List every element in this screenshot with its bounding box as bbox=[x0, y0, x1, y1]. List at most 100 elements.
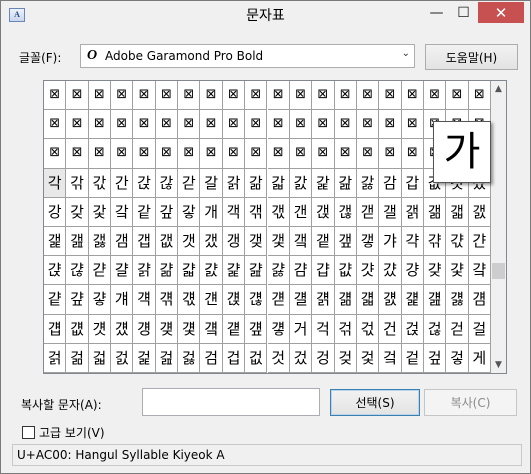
character-cell[interactable]: ⊠ bbox=[289, 139, 313, 169]
help-button[interactable]: 도움말(H) bbox=[425, 44, 518, 70]
character-cell[interactable]: 갵 bbox=[312, 227, 335, 257]
scrollbar-thumb[interactable] bbox=[492, 263, 505, 279]
character-cell[interactable]: 겄 bbox=[289, 343, 313, 373]
character-cell[interactable]: 걦 bbox=[66, 314, 89, 344]
copy-characters-input[interactable] bbox=[142, 388, 320, 416]
character-cell[interactable]: 갺 bbox=[423, 227, 447, 257]
character-cell[interactable]: 갉 bbox=[222, 168, 246, 198]
character-cell[interactable]: 걒 bbox=[66, 285, 89, 315]
character-cell[interactable]: 걝 bbox=[312, 285, 335, 315]
character-cell[interactable]: 걜 bbox=[289, 285, 313, 315]
character-cell[interactable]: 갟 bbox=[267, 197, 290, 227]
character-cell[interactable]: ⊠ bbox=[111, 81, 134, 111]
character-cell[interactable]: ⊠ bbox=[446, 81, 469, 111]
character-cell[interactable]: ⊠ bbox=[155, 110, 179, 140]
character-cell[interactable]: 거 bbox=[289, 314, 313, 344]
character-cell[interactable]: ⊠ bbox=[66, 81, 89, 111]
character-cell[interactable]: 걵 bbox=[401, 314, 424, 344]
character-cell[interactable]: 걨 bbox=[111, 314, 134, 344]
character-cell[interactable]: 겊 bbox=[423, 343, 447, 373]
character-cell[interactable]: 갅 bbox=[133, 168, 156, 198]
character-cell[interactable]: 갱 bbox=[222, 227, 246, 257]
character-cell[interactable]: 갛 bbox=[178, 197, 201, 227]
character-cell[interactable]: 걥 bbox=[44, 314, 67, 344]
character-cell[interactable]: 걚 bbox=[245, 285, 268, 315]
character-cell[interactable]: 걖 bbox=[155, 285, 179, 315]
character-cell[interactable]: 갘 bbox=[111, 197, 134, 227]
character-cell[interactable]: 갪 bbox=[66, 227, 89, 257]
character-cell[interactable]: 걎 bbox=[423, 256, 447, 286]
character-cell[interactable]: 갧 bbox=[446, 197, 469, 227]
character-cell[interactable]: ⊠ bbox=[334, 81, 357, 111]
character-cell[interactable]: 갲 bbox=[245, 227, 268, 257]
character-cell[interactable]: ⊠ bbox=[200, 81, 223, 111]
character-cell[interactable]: ⊠ bbox=[245, 139, 268, 169]
character-cell[interactable]: ⊠ bbox=[66, 139, 89, 169]
character-cell[interactable]: 강 bbox=[44, 197, 67, 227]
character-cell[interactable]: ⊠ bbox=[312, 139, 335, 169]
character-cell[interactable]: 갮 bbox=[155, 227, 179, 257]
character-cell[interactable]: 겁 bbox=[222, 343, 246, 373]
character-cell[interactable]: 갩 bbox=[44, 227, 67, 257]
character-cell[interactable]: ⊠ bbox=[356, 139, 380, 169]
title-bar[interactable]: A 문자표 — ☐ ✕ bbox=[1, 1, 530, 31]
character-cell[interactable]: 갼 bbox=[468, 227, 491, 257]
character-cell[interactable]: 갴 bbox=[289, 227, 313, 257]
character-cell[interactable]: 검 bbox=[200, 343, 223, 373]
character-cell[interactable]: ⊠ bbox=[245, 81, 268, 111]
character-cell[interactable]: ⊠ bbox=[88, 139, 112, 169]
character-cell[interactable]: ⊠ bbox=[200, 139, 223, 169]
character-cell[interactable]: ⊠ bbox=[379, 139, 402, 169]
character-cell[interactable]: 걈 bbox=[289, 256, 313, 286]
character-cell[interactable]: 걉 bbox=[312, 256, 335, 286]
character-cell[interactable]: 갾 bbox=[66, 256, 89, 286]
character-cell[interactable]: 걅 bbox=[222, 256, 246, 286]
character-cell[interactable]: 걐 bbox=[468, 256, 491, 286]
character-cell[interactable]: ⊠ bbox=[222, 81, 246, 111]
character-cell[interactable]: 걇 bbox=[267, 256, 290, 286]
character-cell[interactable]: 갂 bbox=[66, 168, 89, 198]
character-cell[interactable]: 갫 bbox=[88, 227, 112, 257]
character-cell[interactable]: ⊠ bbox=[178, 139, 201, 169]
character-cell[interactable]: ⊠ bbox=[44, 139, 67, 169]
character-cell[interactable]: 갤 bbox=[379, 197, 402, 227]
character-cell[interactable]: 갚 bbox=[155, 197, 179, 227]
character-cell[interactable]: 걂 bbox=[155, 256, 179, 286]
character-cell[interactable]: 걪 bbox=[155, 314, 179, 344]
character-cell[interactable]: 갣 bbox=[356, 197, 380, 227]
character-cell[interactable]: 갷 bbox=[356, 227, 380, 257]
character-cell[interactable]: ⊠ bbox=[133, 110, 156, 140]
character-cell[interactable]: 겂 bbox=[245, 343, 268, 373]
scroll-up-arrow-icon[interactable]: ▲ bbox=[491, 81, 506, 97]
character-cell[interactable]: 걸 bbox=[468, 314, 491, 344]
character-cell[interactable]: 갢 bbox=[334, 197, 357, 227]
select-button[interactable]: 선택(S) bbox=[330, 389, 420, 416]
character-cell[interactable]: 갳 bbox=[267, 227, 290, 257]
character-cell[interactable]: 걮 bbox=[245, 314, 268, 344]
character-cell[interactable]: 걺 bbox=[66, 343, 89, 373]
character-cell[interactable]: 걭 bbox=[222, 314, 246, 344]
scroll-down-arrow-icon[interactable]: ▼ bbox=[491, 357, 506, 373]
character-cell[interactable]: ⊠ bbox=[289, 81, 313, 111]
character-cell[interactable]: ⊠ bbox=[88, 81, 112, 111]
character-cell[interactable]: 걠 bbox=[379, 285, 402, 315]
character-cell[interactable]: 갃 bbox=[88, 168, 112, 198]
character-cell[interactable]: 걩 bbox=[133, 314, 156, 344]
character-cell[interactable]: 걿 bbox=[178, 343, 201, 373]
character-cell[interactable]: 갡 bbox=[312, 197, 335, 227]
character-cell[interactable]: 갦 bbox=[423, 197, 447, 227]
character-cell[interactable]: 건 bbox=[379, 314, 402, 344]
character-cell[interactable]: 걱 bbox=[312, 314, 335, 344]
character-cell[interactable]: 걡 bbox=[401, 285, 424, 315]
character-cell[interactable]: ⊠ bbox=[267, 139, 290, 169]
character-cell[interactable]: 걷 bbox=[446, 314, 469, 344]
character-cell[interactable]: ⊠ bbox=[66, 110, 89, 140]
character-cell[interactable]: 것 bbox=[267, 343, 290, 373]
character-cell[interactable]: 걋 bbox=[356, 256, 380, 286]
character-cell[interactable]: ⊠ bbox=[178, 110, 201, 140]
advanced-view-checkbox[interactable] bbox=[22, 426, 35, 439]
character-cell[interactable]: ⊠ bbox=[200, 110, 223, 140]
minimize-button[interactable]: — bbox=[423, 2, 450, 23]
character-cell[interactable]: 걀 bbox=[111, 256, 134, 286]
character-cell[interactable]: 걕 bbox=[133, 285, 156, 315]
